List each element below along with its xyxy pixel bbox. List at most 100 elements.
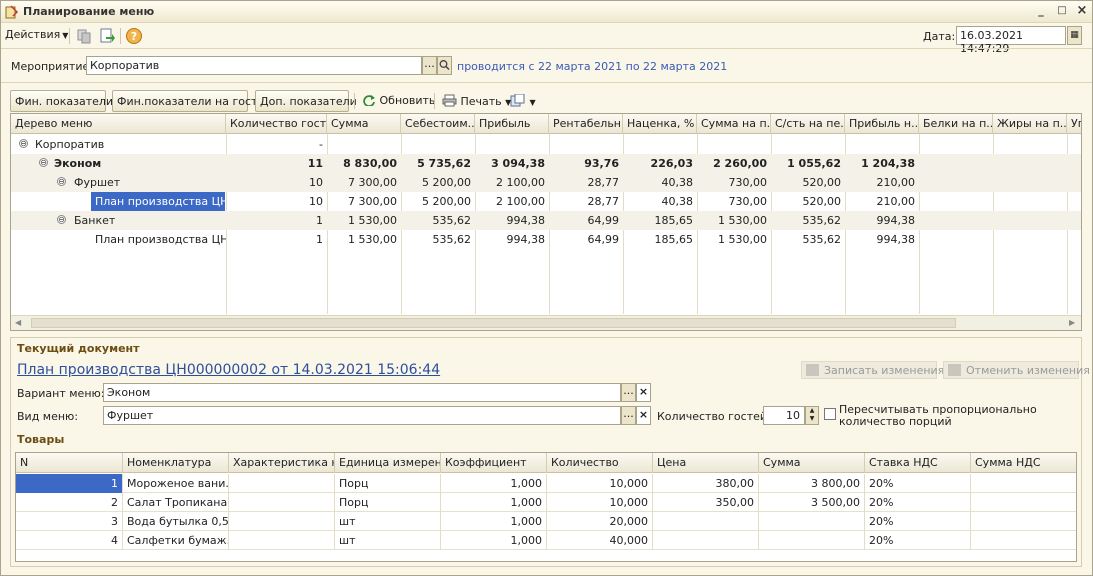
table-cell: 20%: [865, 531, 971, 550]
scroll-right-icon[interactable]: ▶: [1069, 318, 1075, 327]
column-header[interactable]: Сумма: [759, 453, 865, 473]
maximize-button[interactable]: □: [1054, 4, 1070, 19]
column-header[interactable]: Прибыль: [475, 114, 549, 134]
tree-cell: 994,38: [506, 233, 546, 246]
column-header[interactable]: Сумма: [327, 114, 401, 134]
close-button[interactable]: ×: [1074, 4, 1090, 19]
goods-section-title: Товары: [17, 433, 65, 446]
tree-row[interactable]: План производства ЦН... 1 1 530,00 535,6…: [11, 230, 1081, 249]
stepper-up-icon[interactable]: ▲: [810, 407, 815, 414]
column-header[interactable]: Сумма НДС: [971, 453, 1076, 473]
save-changes-button[interactable]: Записать изменения: [801, 361, 944, 379]
collapse-icon[interactable]: ⊖: [57, 177, 66, 186]
table-row[interactable]: 4 Салфетки бумаж... шт 1,000 40,000 20%: [16, 531, 1076, 550]
scroll-left-icon[interactable]: ◀: [15, 318, 21, 327]
tree-cell: -: [319, 138, 323, 151]
tree-cell: 210,00: [876, 195, 916, 208]
refresh-button[interactable]: Обновить: [360, 90, 437, 112]
column-header[interactable]: Единица измерен...: [335, 453, 441, 473]
fin-per-guest-button[interactable]: Фин.показатели на гостя: [112, 90, 264, 112]
document-go-icon[interactable]: [98, 27, 116, 45]
horizontal-scrollbar[interactable]: ◀ ▶: [11, 315, 1081, 330]
table-row[interactable]: 1 Мороженое вани... Порц 1,000 10,000 38…: [16, 474, 1076, 493]
tree-cell: 8 830,00: [343, 157, 397, 170]
tree-cell: 93,76: [584, 157, 619, 170]
guests-count-label: Количество гостей:: [657, 410, 771, 423]
event-select-button[interactable]: ...: [422, 56, 437, 75]
structure-icon[interactable]: [75, 27, 93, 45]
guests-count-input[interactable]: 10: [763, 406, 805, 425]
table-cell: Вода бутылка 0,5 л: [123, 512, 229, 531]
actions-menu[interactable]: Действия ▼: [5, 28, 68, 41]
table-row[interactable]: 3 Вода бутылка 0,5 л шт 1,000 20,000 20%: [16, 512, 1076, 531]
column-header[interactable]: Коэффициент: [441, 453, 547, 473]
scrollbar-thumb[interactable]: [31, 318, 956, 328]
menu-kind-clear-button[interactable]: ×: [636, 406, 651, 425]
column-header[interactable]: Прибыль н...: [845, 114, 919, 134]
column-header[interactable]: Количество: [547, 453, 653, 473]
minimize-button[interactable]: _: [1033, 4, 1049, 19]
tree-node-label: Эконом: [54, 157, 102, 170]
column-header[interactable]: Белки на п...: [919, 114, 993, 134]
column-header[interactable]: Себестоим...: [401, 114, 475, 134]
app-icon: [5, 5, 19, 19]
printer-icon: [442, 94, 457, 107]
event-search-button[interactable]: [437, 56, 452, 75]
table-cell: Салфетки бумаж...: [123, 531, 229, 550]
collapse-icon[interactable]: ⊖: [57, 215, 66, 224]
recalc-proportional-checkbox[interactable]: [824, 408, 836, 420]
table-cell: [229, 512, 335, 531]
column-header[interactable]: Рентабельн...: [549, 114, 623, 134]
column-header[interactable]: N: [16, 453, 123, 473]
main-toolbar: Действия ▼ ? Дата: 16.03.2021 14:47:29 ▦: [1, 24, 1092, 55]
date-input[interactable]: 16.03.2021 14:47:29: [956, 26, 1066, 55]
fin-indicators-button[interactable]: Фин. показатели: [10, 90, 113, 112]
column-header[interactable]: Характеристика н...: [229, 453, 335, 473]
menu-variant-clear-button[interactable]: ×: [636, 383, 651, 402]
tree-node-label: Фуршет: [74, 176, 121, 189]
stepper-down-icon[interactable]: ▼: [810, 415, 815, 422]
table-cell: 3 800,00: [759, 474, 865, 493]
extra-indicators-button[interactable]: Доп. показатели: [255, 90, 357, 112]
column-header[interactable]: Наценка, %: [623, 114, 697, 134]
calendar-button[interactable]: ▦: [1067, 26, 1082, 45]
tree-cell: 520,00: [802, 176, 842, 189]
tree-row[interactable]: ⊖ Банкет 1 1 530,00 535,62 994,38 64,99 …: [11, 211, 1081, 230]
collapse-icon[interactable]: ⊖: [39, 158, 48, 167]
tree-cell: 5 200,00: [422, 195, 471, 208]
menu-variant-select-button[interactable]: ...: [621, 383, 636, 402]
tree-row[interactable]: ⊖ Фуршет 10 7 300,00 5 200,00 2 100,00 2…: [11, 173, 1081, 192]
tree-row[interactable]: ⊖ Корпоратив -: [11, 135, 1081, 154]
help-icon[interactable]: ?: [125, 27, 143, 45]
column-header[interactable]: Цена: [653, 453, 759, 473]
table-cell: 40,000: [547, 531, 653, 550]
column-header[interactable]: С/сть на пе...: [771, 114, 845, 134]
table-cell: [971, 512, 1076, 531]
collapse-icon[interactable]: ⊖: [19, 139, 28, 148]
tree-cell: 2 100,00: [496, 195, 545, 208]
column-header[interactable]: Сумма на п...: [697, 114, 771, 134]
tree-row[interactable]: ⊖ Эконом 11 8 830,00 5 735,62 3 094,38 9…: [11, 154, 1081, 173]
column-header[interactable]: Количество гост...: [226, 114, 327, 134]
guests-count-stepper[interactable]: ▲ ▼: [805, 406, 819, 425]
column-header[interactable]: Номенклатура: [123, 453, 229, 473]
column-header[interactable]: Ставка НДС: [865, 453, 971, 473]
print-menu[interactable]: Печать ▼: [440, 90, 513, 112]
column-header[interactable]: Жиры на п...: [993, 114, 1067, 134]
tree-cell: 1 055,62: [787, 157, 841, 170]
menu-tree-report[interactable]: Дерево меню Количество гост... Сумма Себ…: [10, 113, 1082, 331]
event-input[interactable]: Корпоратив: [86, 56, 422, 75]
column-header[interactable]: Уг: [1067, 114, 1081, 134]
document-link[interactable]: План производства ЦН000000002 от 14.03.2…: [17, 362, 440, 378]
tree-row[interactable]: План производства ЦН... 10 7 300,00 5 20…: [11, 192, 1081, 211]
cancel-changes-button[interactable]: Отменить изменения: [943, 361, 1090, 379]
table-cell: [229, 531, 335, 550]
menu-kind-select-button[interactable]: ...: [621, 406, 636, 425]
menu-kind-input[interactable]: Фуршет: [103, 406, 621, 425]
goods-table[interactable]: N Номенклатура Характеристика н... Едини…: [15, 452, 1077, 562]
tree-node-label: Корпоратив: [35, 138, 105, 151]
menu-variant-input[interactable]: Эконом: [103, 383, 621, 402]
table-row[interactable]: 2 Салат Тропикана Порц 1,000 10,000 350,…: [16, 493, 1076, 512]
column-header[interactable]: Дерево меню: [11, 114, 226, 134]
export-menu[interactable]: ▼: [508, 90, 538, 112]
